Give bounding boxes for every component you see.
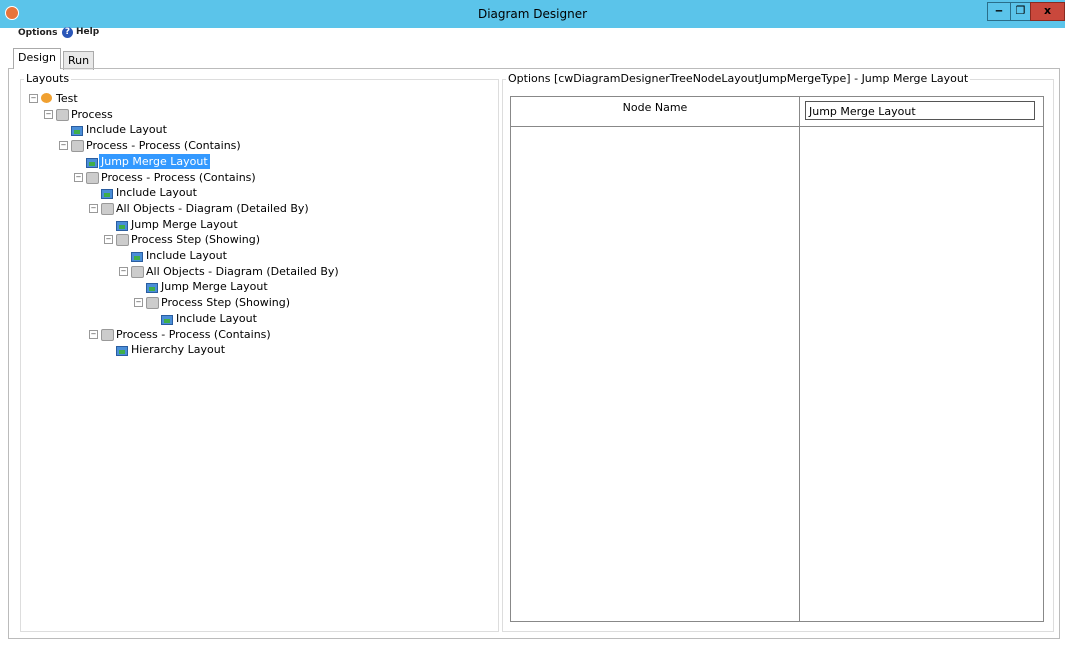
tree-node-label: Process Step (Showing) <box>161 296 291 310</box>
restore-button[interactable]: ❐ <box>1010 2 1031 21</box>
collapse-expander[interactable]: − <box>59 141 68 151</box>
collapse-expander[interactable]: − <box>89 203 98 213</box>
close-button[interactable]: x <box>1030 2 1065 21</box>
collapse-expander[interactable]: − <box>104 235 113 245</box>
tree-node-label: Test <box>56 92 78 105</box>
cube-icon <box>86 171 99 184</box>
menu-options[interactable]: Options <box>18 28 57 38</box>
tree-node-label: Process - Process (Contains) <box>101 170 256 184</box>
layout-icon <box>71 126 83 137</box>
tree-node-label: Process <box>71 107 113 121</box>
tab-design[interactable]: Design <box>13 48 61 69</box>
column-divider <box>799 97 800 621</box>
collapse-expander[interactable]: − <box>74 172 83 182</box>
cube-icon <box>101 202 114 215</box>
header-divider <box>511 126 1043 127</box>
property-name: Node Name <box>622 101 688 114</box>
tree-node-label: All Objects - Diagram (Detailed By) <box>146 264 339 278</box>
root-icon <box>41 93 52 103</box>
tree-node-label: Hierarchy Layout <box>131 343 226 357</box>
collapse-expander[interactable]: − <box>44 109 53 119</box>
collapse-expander[interactable]: − <box>89 329 98 339</box>
layout-icon <box>161 314 173 325</box>
tree-node-label: Process - Process (Contains) <box>86 139 241 153</box>
layout-icon <box>146 283 158 294</box>
minimize-button[interactable]: ‒ <box>987 2 1011 21</box>
cube-icon <box>71 140 84 153</box>
menu-bar: Options ? Help <box>0 27 1065 44</box>
layout-icon <box>131 252 143 262</box>
collapse-expander[interactable]: − <box>119 266 128 276</box>
options-label: Options [cwDiagramDesignerTreeNodeLayout… <box>506 72 971 85</box>
title-bar: Diagram Designer ‒ ❐ x <box>0 0 1065 28</box>
menu-help[interactable]: ? Help <box>62 27 99 38</box>
layout-icon <box>116 220 128 231</box>
collapse-expander[interactable]: − <box>29 94 38 103</box>
node-name-input[interactable]: Jump Merge Layout <box>805 101 1035 120</box>
window-title: Diagram Designer <box>477 7 588 21</box>
tree-node-label: Include Layout <box>86 123 167 137</box>
property-grid: Node Name Jump Merge Layout <box>510 96 1044 622</box>
cube-icon <box>131 265 144 278</box>
menu-help-label: Help <box>76 27 100 37</box>
cube-icon <box>116 234 129 247</box>
cube-icon <box>146 297 159 310</box>
tree-node-label: Include Layout <box>146 249 227 262</box>
tree-node-label: Jump Merge Layout <box>131 217 238 231</box>
layouts-label: Layouts <box>24 72 72 85</box>
tree-node-label: Process - Process (Contains) <box>116 327 271 341</box>
tree-node-label: Jump Merge Layout <box>99 153 210 169</box>
cube-icon <box>56 108 69 121</box>
layout-icon <box>101 189 113 200</box>
tree-node-label: Process Step (Showing) <box>131 233 261 247</box>
layout-icon <box>86 157 98 168</box>
tree-node-label: Jump Merge Layout <box>161 280 268 294</box>
tree-node-label: Include Layout <box>176 311 257 325</box>
help-icon: ? <box>62 27 73 38</box>
tree-node-label: All Objects - Diagram (Detailed By) <box>116 201 309 215</box>
cube-icon <box>101 328 114 341</box>
tree-node-label: Include Layout <box>116 186 197 200</box>
layout-icon <box>116 346 128 357</box>
collapse-expander[interactable]: − <box>134 298 143 308</box>
